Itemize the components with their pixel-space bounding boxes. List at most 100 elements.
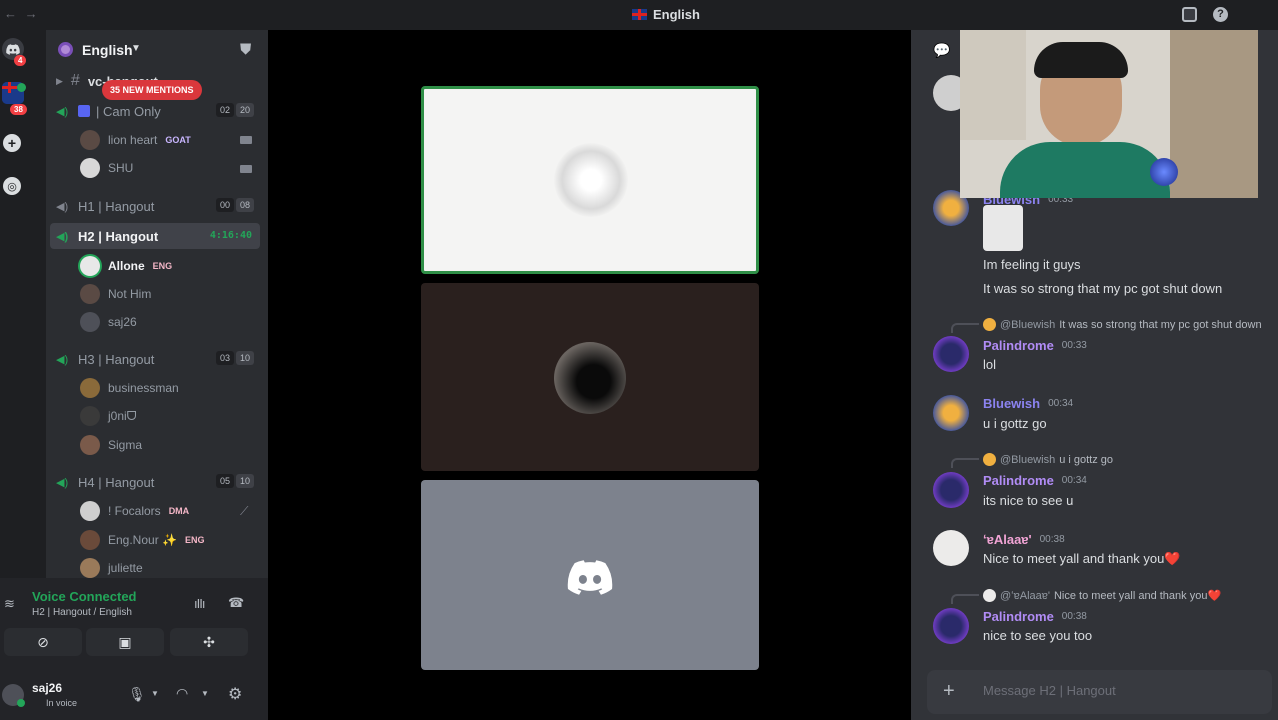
video-tile[interactable] [421,283,759,471]
user-name: Eng.Nour ✨ [108,533,177,547]
discord-logo-icon [567,560,613,595]
voice-user[interactable]: j0niᗜ [80,404,137,428]
avatar [80,256,100,276]
activities-icon: ✣ [203,633,215,650]
activities-button[interactable]: ✣ [170,628,248,656]
voice-channel-h1[interactable]: ◀) H1 | Hangout 00 08 [50,193,260,219]
avatar [983,318,996,331]
inbox-icon[interactable] [1182,7,1197,22]
voice-channel-h4[interactable]: ◀) H4 | Hangout 05 10 [50,469,260,495]
voice-channel-h3[interactable]: ◀) H3 | Hangout 03 10 [50,346,260,372]
avatar[interactable] [933,336,969,372]
avatar[interactable] [933,530,969,566]
user-limit: 20 [235,103,254,117]
author-name: Palindrome [983,338,1054,353]
noise-suppression-icon[interactable]: ıIIı [194,596,205,611]
title-bar: ← → English ? [0,0,1278,30]
video-tile-speaking[interactable] [421,86,759,274]
wall-poster [960,30,1026,140]
reply-preview[interactable]: @Bluewish It was so strong that my pc go… [983,318,1262,331]
deafened-icon: ⟋ [240,504,249,518]
chevron-down-icon[interactable]: ▼ [151,689,159,698]
voice-user[interactable]: ! Focalors DMA [80,499,189,523]
server-avatar-icon [58,42,73,57]
user-count: 03 [215,351,234,365]
avatar [80,378,100,398]
online-indicator [17,699,25,707]
avatar [80,406,100,426]
video-icon [240,165,252,173]
channel-name: | Cam Only [96,103,161,119]
voice-user[interactable]: Allone ENG [80,254,172,278]
person-hair [1034,42,1128,78]
avatar[interactable] [933,395,969,431]
voice-user[interactable]: Not Him [80,282,151,306]
voice-channel-h2[interactable]: ◀) H2 | Hangout 4:16:40 [50,223,260,249]
door [1170,30,1258,198]
timestamp: 00:38 [1061,611,1087,622]
screen-share-icon: ▣ [118,633,132,650]
settings-gear-icon[interactable]: ⚙ [228,684,242,704]
reply-preview[interactable]: @ʻɐAlaaɐ' Nice to meet yall and thank yo… [983,589,1221,602]
microphone-icon[interactable]: 🎙 [128,686,146,703]
window-title-text: English [653,7,700,22]
avatar[interactable] [933,608,969,644]
author-name: Palindrome [983,609,1054,624]
voice-user[interactable]: lion heart GOAT [80,128,191,152]
user-count: 00 [215,198,234,212]
sticker-image [983,205,1023,251]
voice-user[interactable]: Sigma [80,433,142,457]
collapse-arrow-icon: ▶ [56,75,63,86]
server-name: English [82,42,133,58]
signal-icon[interactable]: ≋ [4,596,15,612]
user-limit: 10 [235,351,254,365]
nav-arrows[interactable]: ← → [4,6,40,21]
camera-button[interactable]: ⊘ [4,628,82,656]
channel-name: H1 | Hangout [78,198,155,214]
voice-channel-cam-only[interactable]: ◀) | Cam Only 02 20 [50,98,260,124]
add-attachment-icon[interactable]: + [943,680,955,703]
voice-user[interactable]: businessman [80,376,179,400]
avatar[interactable] [933,472,969,508]
add-member-icon[interactable]: ⛊ [240,41,251,58]
user-name: ! Focalors [108,504,161,518]
message-author[interactable]: ʻɐAlaaɐ' 00:38 [983,532,1065,547]
user-tag: ENG [152,261,173,271]
message-author[interactable]: Palindrome 00:34 [983,473,1087,488]
message-text: lol [983,357,997,372]
help-icon[interactable]: ? [1213,7,1228,22]
headphones-icon[interactable]: ◠ [176,685,188,702]
chevron-down-icon[interactable]: ▼ [201,689,209,698]
dm-badge: 4 [14,55,27,66]
message-author[interactable]: Bluewish 00:34 [983,396,1073,411]
user-count: 02 [215,103,234,117]
voice-user[interactable]: juliette [80,556,143,578]
user-panel: saj26 In voice 🎙 ▼ ◠ ▼ ⚙ [0,670,268,720]
add-server-icon[interactable]: + [3,134,21,152]
voice-user[interactable]: saj26 [80,310,137,334]
threads-icon[interactable]: 💬 [933,42,950,59]
disconnect-icon[interactable]: ☎ [228,595,244,611]
video-stage [268,30,911,720]
message-input[interactable] [983,683,1243,698]
server-badge: 38 [10,104,27,115]
author-name: Bluewish [983,396,1041,411]
avatar [554,143,628,217]
explore-icon[interactable]: ◎ [3,177,21,195]
new-mentions-badge[interactable]: 35 NEW MENTIONS [102,80,202,100]
voice-user[interactable]: SHU [80,156,133,180]
message-author[interactable]: Palindrome 00:33 [983,338,1087,353]
voice-user[interactable]: Eng.Nour ✨ ENG [80,528,205,552]
message-composer: + [927,670,1272,714]
person-shirt [1000,142,1170,198]
user-limit: 10 [235,474,254,488]
camera-only-icon [78,105,90,117]
server-header[interactable]: English ▼ ⛊ [46,30,268,70]
user-tag: DMA [168,506,190,516]
voice-location[interactable]: H2 | Hangout / English [32,607,132,618]
screen-share-button[interactable]: ▣ [86,628,164,656]
message-author[interactable]: Palindrome 00:38 [983,609,1087,624]
video-tile[interactable] [421,480,759,670]
reply-preview[interactable]: @Bluewish u i gottz go [983,453,1113,466]
avatar [80,312,100,332]
